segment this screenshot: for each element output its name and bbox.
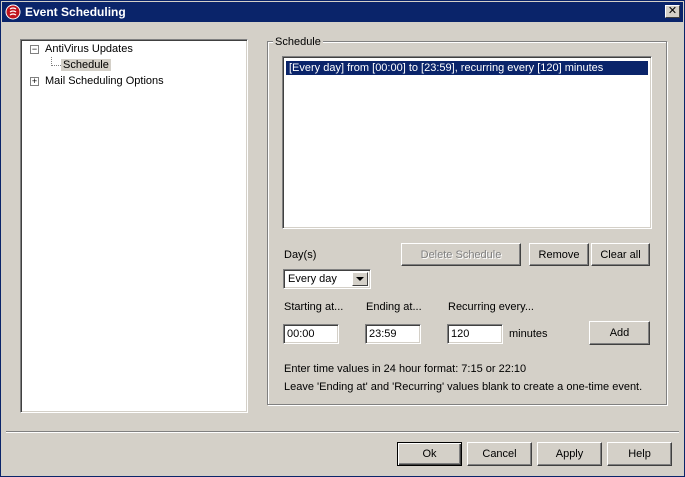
tree-item-mail-scheduling-options[interactable]: Mail Scheduling Options <box>45 73 164 89</box>
schedule-list[interactable]: [Every day] from [00:00] to [23:59], rec… <box>282 56 652 229</box>
remove-button[interactable]: Remove <box>529 243 589 266</box>
days-label: Day(s) <box>284 249 317 261</box>
chevron-down-icon[interactable] <box>352 272 368 286</box>
ending-at-label: Ending at... <box>366 301 422 313</box>
tree-connector <box>51 65 61 66</box>
recurring-every-label: Recurring every... <box>448 301 534 313</box>
starting-at-input[interactable]: 00:00 <box>283 324 339 344</box>
title-bar[interactable]: Event Scheduling ✕ <box>2 2 683 22</box>
schedule-group-label: Schedule <box>273 35 323 49</box>
tree-item-label: AntiVirus Updates <box>45 43 133 55</box>
clear-all-button[interactable]: Clear all <box>591 243 650 266</box>
tree-item-label: Schedule <box>61 59 111 71</box>
add-button[interactable]: Add <box>589 321 650 345</box>
hint-time-format: Enter time values in 24 hour format: 7:1… <box>284 363 527 375</box>
tree-item-label: Mail Scheduling Options <box>45 75 164 87</box>
footer-separator <box>6 431 679 433</box>
days-select-value: Every day <box>288 273 337 285</box>
tree-item-antivirus-updates[interactable]: AntiVirus Updates <box>45 41 133 57</box>
starting-at-label: Starting at... <box>284 301 344 313</box>
ending-at-input[interactable]: 23:59 <box>365 324 421 344</box>
recurring-every-input[interactable]: 120 <box>447 324 503 344</box>
collapse-icon[interactable]: − <box>30 45 39 54</box>
app-icon <box>5 4 21 20</box>
cancel-button[interactable]: Cancel <box>467 442 532 466</box>
expand-icon[interactable]: + <box>30 77 39 86</box>
hint-one-time-event: Leave 'Ending at' and 'Recurring' values… <box>284 381 643 393</box>
list-item[interactable]: [Every day] from [00:00] to [23:59], rec… <box>286 61 648 75</box>
close-button[interactable]: ✕ <box>665 5 680 18</box>
close-icon: ✕ <box>667 5 678 17</box>
ok-button[interactable]: Ok <box>397 442 462 466</box>
apply-button[interactable]: Apply <box>537 442 602 466</box>
days-select[interactable]: Every day <box>283 269 371 289</box>
tree-item-schedule[interactable]: Schedule <box>61 57 111 73</box>
window-title: Event Scheduling <box>25 5 126 19</box>
options-tree[interactable]: − AntiVirus Updates Schedule + Mail Sche… <box>20 39 248 413</box>
minutes-label: minutes <box>509 328 548 340</box>
help-button[interactable]: Help <box>607 442 672 466</box>
event-scheduling-window: Event Scheduling ✕ − AntiVirus Updates S… <box>0 0 685 477</box>
delete-schedule-button[interactable]: Delete Schedule <box>401 243 521 266</box>
